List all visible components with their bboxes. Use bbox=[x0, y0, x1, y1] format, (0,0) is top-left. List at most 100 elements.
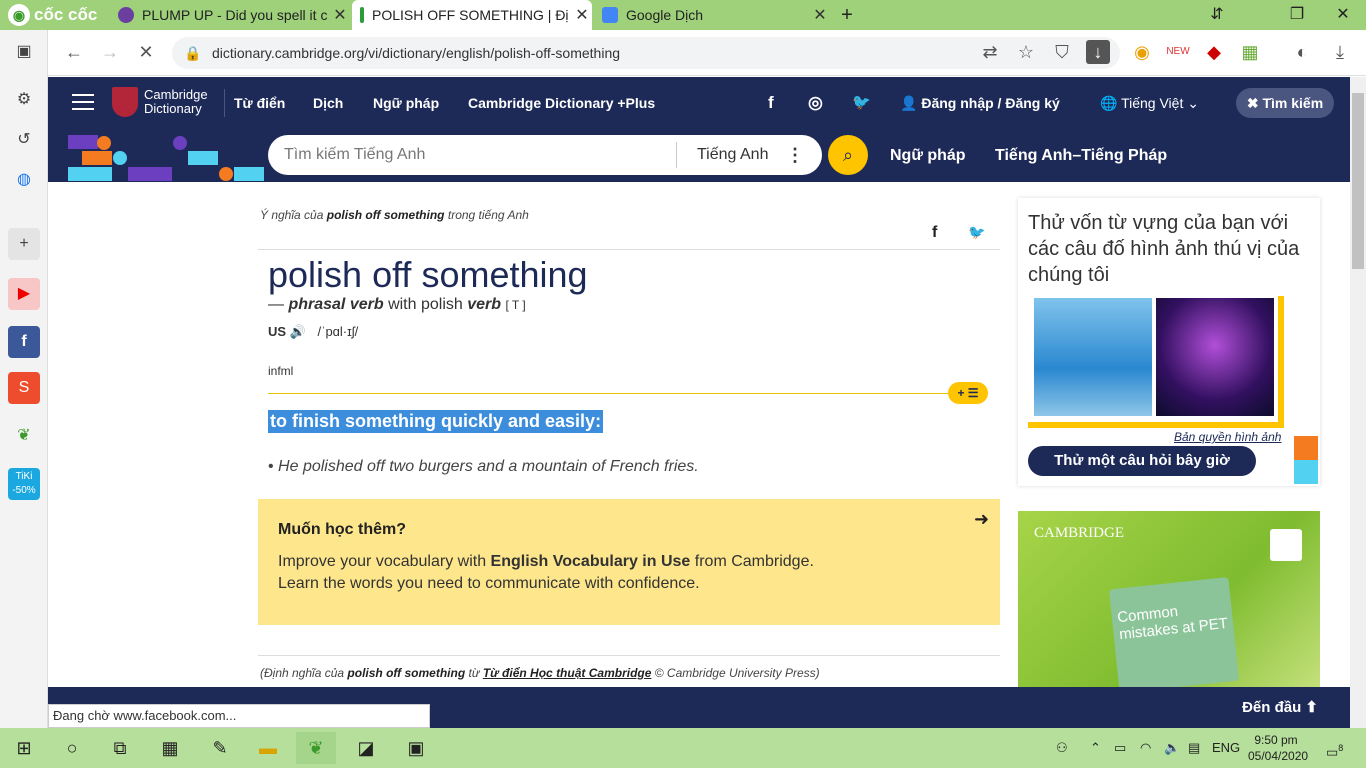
people-icon[interactable]: ⚇ bbox=[1056, 728, 1068, 768]
twitter-icon[interactable]: 🐦 bbox=[852, 77, 871, 129]
scrollbar-thumb[interactable] bbox=[1352, 93, 1364, 269]
extension-red-icon[interactable]: ◆ bbox=[1202, 40, 1226, 64]
windows-start-icon[interactable]: ⊞ bbox=[4, 732, 44, 764]
youtube-icon[interactable]: ▶ bbox=[8, 278, 40, 310]
wifi-icon[interactable]: ◠ bbox=[1140, 728, 1151, 768]
coccoc-leaf-icon[interactable]: ❦ bbox=[8, 420, 40, 452]
forward-icon[interactable]: → bbox=[98, 40, 122, 64]
entry-main: Ý nghĩa của polish off something trong t… bbox=[258, 182, 1000, 687]
quiz-start-button[interactable]: Thử một câu hỏi bây giờ bbox=[1028, 446, 1256, 476]
share-twitter-icon[interactable]: 🐦 bbox=[968, 224, 985, 241]
ad-brand: CAMBRIDGE bbox=[1034, 525, 1125, 541]
extension-chrome-icon[interactable]: ◉ bbox=[1130, 40, 1154, 64]
sidebar-toggle-icon[interactable]: ▣ bbox=[8, 36, 40, 68]
decor-orange bbox=[1294, 436, 1318, 460]
cambridge-logo[interactable]: Cambridge Dictionary bbox=[112, 87, 208, 117]
close-tab-icon[interactable]: ✕ bbox=[810, 5, 830, 25]
source-dictionary-link[interactable]: Từ điển Học thuật Cambridge bbox=[483, 666, 652, 680]
globe-icon: 🌐 bbox=[1100, 95, 1122, 111]
subnav-ngu-phap[interactable]: Ngữ pháp bbox=[890, 129, 966, 182]
facebook-icon[interactable]: f bbox=[8, 326, 40, 358]
app-paint-icon[interactable]: ✎ bbox=[200, 732, 240, 764]
messenger-icon[interactable]: ◍ bbox=[8, 164, 40, 196]
app-sticky-icon[interactable]: ◪ bbox=[346, 732, 386, 764]
image-copyright-link[interactable]: Bản quyền hình ảnh bbox=[1174, 430, 1281, 444]
search-button[interactable]: ⌕ bbox=[828, 135, 868, 175]
extension-grid-icon[interactable]: ▦ bbox=[1238, 40, 1262, 64]
browser-brand: cốc cốc bbox=[34, 5, 98, 24]
close-window-icon[interactable]: ✕ bbox=[1328, 4, 1358, 26]
gear-icon[interactable]: ⚙ bbox=[8, 84, 40, 116]
maximize-icon[interactable]: ❐ bbox=[1282, 4, 1312, 26]
cambridge-icon bbox=[360, 7, 364, 23]
nav-ngu-phap[interactable]: Ngữ pháp bbox=[373, 77, 439, 129]
tab-menu-icon[interactable]: ⇵ bbox=[1202, 4, 1232, 26]
star-icon[interactable]: ☆ bbox=[1014, 40, 1038, 64]
back-to-top-button[interactable]: Đến đầu ⬆ bbox=[1242, 687, 1318, 728]
close-tab-icon[interactable]: ✕ bbox=[572, 5, 592, 25]
input-language[interactable]: ENG bbox=[1212, 728, 1240, 768]
advertisement[interactable]: CAMBRIDGE Common mistakes at PET bbox=[1018, 511, 1320, 693]
translate-icon[interactable]: ⇄ bbox=[978, 40, 1002, 64]
language-selector[interactable]: 🌐 Tiếng Việt ⌄ bbox=[1100, 77, 1199, 129]
search-language-selector[interactable]: Tiếng Anh bbox=[676, 142, 786, 168]
hamburger-icon[interactable] bbox=[72, 94, 94, 110]
app-photo-icon[interactable]: ▣ bbox=[396, 732, 436, 764]
app-calendar-icon[interactable]: ▦ bbox=[150, 732, 190, 764]
example-sentence: • He polished off two burgers and a moun… bbox=[268, 458, 699, 475]
shield-icon[interactable]: ⛉ bbox=[1050, 40, 1074, 64]
avatar[interactable]: ◐ bbox=[1290, 40, 1314, 64]
notification-icon[interactable]: ▭8 bbox=[1326, 728, 1343, 768]
history-icon[interactable]: ↺ bbox=[8, 124, 40, 156]
nav-plus[interactable]: Cambridge Dictionary +Plus bbox=[468, 77, 655, 129]
add-to-list-button[interactable]: + ☰ bbox=[948, 382, 988, 404]
purple-circle-icon bbox=[118, 7, 134, 23]
volume-icon[interactable]: 🔈 bbox=[1164, 728, 1180, 768]
shopee-icon[interactable]: S bbox=[8, 372, 40, 404]
browser-sidebar: ▣ ⚙ ↺ ◍ + ▶ f S ❦ TiKi -50% bbox=[0, 30, 48, 728]
extension-new-icon[interactable]: NEW bbox=[1166, 40, 1190, 64]
coccoc-icon: ◉ bbox=[8, 4, 30, 26]
nav-dich[interactable]: Dịch bbox=[313, 77, 343, 129]
breadcrumb: Ý nghĩa của polish off something trong t… bbox=[260, 208, 529, 222]
new-tab-button[interactable]: + bbox=[832, 4, 862, 26]
scrollbar[interactable] bbox=[1350, 77, 1366, 728]
nav-tu-dien[interactable]: Từ điển bbox=[234, 77, 285, 129]
stop-loading-icon[interactable]: ✕ bbox=[134, 40, 158, 64]
quiz-widget: Thử vốn từ vựng của bạn với các câu đố h… bbox=[1018, 198, 1320, 486]
cortana-icon[interactable]: ○ bbox=[52, 732, 92, 764]
keyboard-icon[interactable]: ▤ bbox=[1188, 728, 1200, 768]
download-box-icon[interactable]: ↓ bbox=[1086, 40, 1110, 64]
task-view-icon[interactable]: ⧉ bbox=[100, 732, 140, 764]
add-icon[interactable]: + bbox=[8, 228, 40, 260]
share-facebook-icon[interactable]: f bbox=[932, 224, 937, 242]
tiki-icon[interactable]: TiKi -50% bbox=[8, 468, 40, 500]
download-icon[interactable]: ⤓ bbox=[1328, 40, 1352, 64]
search-input[interactable] bbox=[268, 135, 676, 175]
search-toggle-button[interactable]: ✖ Tìm kiếm bbox=[1236, 88, 1334, 118]
google-translate-icon bbox=[602, 7, 618, 23]
file-explorer-icon[interactable]: ▬ bbox=[248, 732, 288, 764]
login-link[interactable]: 👤 Đăng nhập / Đăng ký bbox=[900, 77, 1060, 129]
quiz-image-waterslide[interactable] bbox=[1034, 298, 1152, 416]
coccoc-taskbar-icon[interactable]: ❦ bbox=[296, 732, 336, 764]
tab-polish-off[interactable]: POLISH OFF SOMETHING | Đị ✕ bbox=[352, 0, 592, 30]
tray-chevron-icon[interactable]: ⌃ bbox=[1090, 728, 1101, 768]
close-tab-icon[interactable]: ✕ bbox=[330, 5, 350, 25]
more-options-icon[interactable]: ⋮ bbox=[786, 145, 804, 166]
facebook-icon[interactable]: f bbox=[768, 77, 774, 129]
quiz-image-carousel[interactable] bbox=[1156, 298, 1274, 416]
arrow-right-icon[interactable]: ➜ bbox=[974, 509, 989, 530]
back-icon[interactable]: ← bbox=[62, 40, 86, 64]
tab-google-dich[interactable]: Google Dịch ✕ bbox=[594, 2, 830, 28]
battery-icon[interactable]: ▭ bbox=[1114, 728, 1126, 768]
cambridge-shield-icon bbox=[112, 87, 138, 117]
promo-box[interactable]: Muốn học thêm? Improve your vocabulary w… bbox=[258, 499, 1000, 625]
instagram-icon[interactable]: ◎ bbox=[808, 77, 823, 129]
speaker-icon[interactable]: 🔊 bbox=[290, 324, 310, 339]
clock[interactable]: 9:50 pm 05/04/2020 bbox=[1248, 732, 1308, 764]
tab-plump-up[interactable]: PLUMP UP - Did you spell it c ✕ bbox=[110, 2, 350, 28]
coccoc-logo[interactable]: ◉ cốc cốc bbox=[8, 3, 97, 27]
search-box: Tiếng Anh ⋮ bbox=[268, 135, 822, 175]
subnav-anh-phap[interactable]: Tiếng Anh–Tiếng Pháp bbox=[995, 129, 1167, 182]
